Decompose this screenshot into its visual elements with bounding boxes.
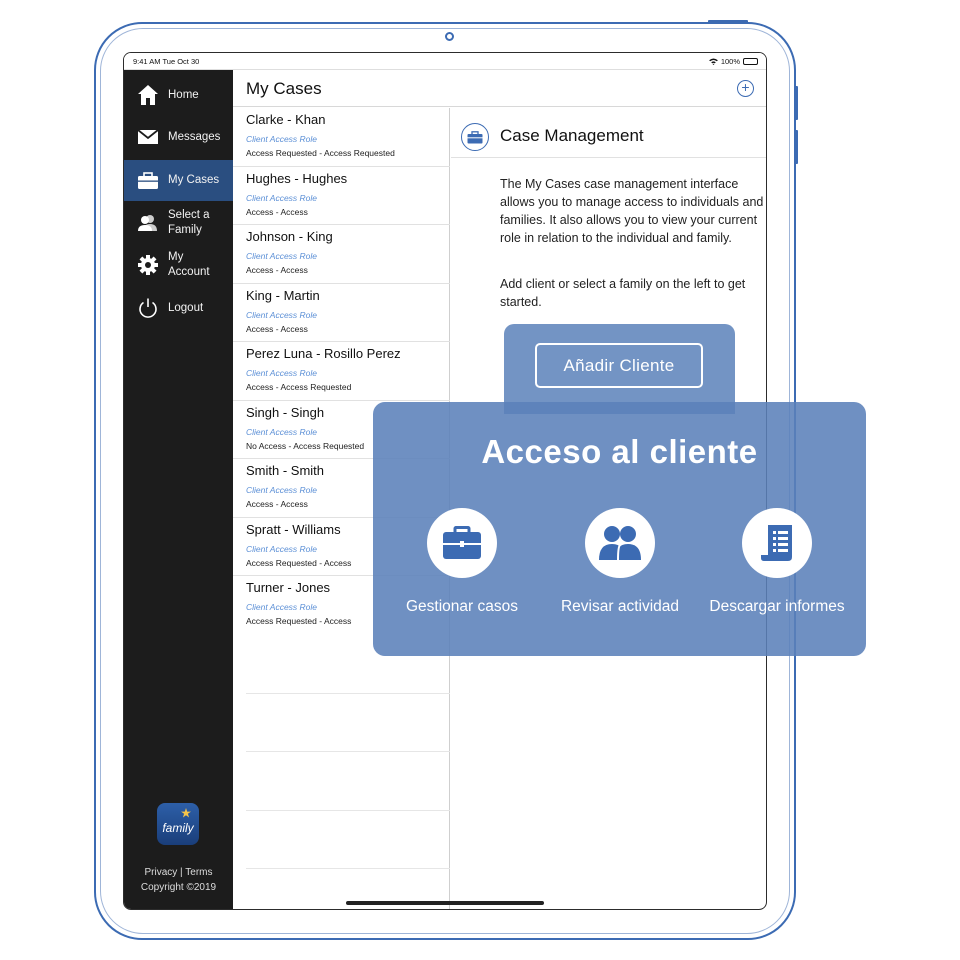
case-name: Singh - Singh <box>246 404 325 420</box>
home-icon <box>137 84 159 106</box>
empty-row-divider <box>246 868 450 869</box>
case-access: Access - Access Requested <box>246 382 352 392</box>
case-role: Client Access Role <box>246 309 318 320</box>
case-name: Hughes - Hughes <box>246 170 348 186</box>
sidebar-item-select-family[interactable]: Select a Family <box>124 205 233 241</box>
detail-instruction: Add client or select a family on the lef… <box>500 277 746 309</box>
gear-icon <box>137 254 159 276</box>
case-name: Johnson - King <box>246 229 333 244</box>
app-logo: family <box>157 803 199 845</box>
home-indicator <box>346 901 544 905</box>
feature-label: Revisar actividad <box>560 598 680 615</box>
case-row[interactable]: King - Martin Client Access Role Access … <box>233 284 450 342</box>
list-header: My Cases + <box>233 70 766 107</box>
sidebar-item-label: My Cases <box>168 174 220 186</box>
sidebar-item-my-account[interactable]: My Account <box>124 247 233 283</box>
empty-row-divider <box>246 751 450 752</box>
add-case-button[interactable]: + <box>737 80 754 97</box>
status-bar: 9:41 AM Tue Oct 30 100% <box>124 53 766 70</box>
detail-description: The My Cases case management interface a… <box>500 177 764 245</box>
add-client-button[interactable]: Añadir Cliente <box>535 343 703 388</box>
people-icon <box>137 212 159 234</box>
feature-download-reports[interactable] <box>742 508 812 578</box>
footer-links[interactable]: Privacy | Terms <box>124 867 233 878</box>
people-icon <box>599 526 641 561</box>
case-row[interactable]: Johnson - King Client Access Role Access… <box>233 225 450 284</box>
envelope-icon <box>137 126 159 148</box>
case-role: Client Access Role <box>246 485 318 495</box>
case-access: Access - Access <box>246 323 308 334</box>
case-row[interactable]: Hughes - Hughes Client Access Role Acces… <box>233 167 450 225</box>
app-logo-text: family <box>162 821 194 835</box>
case-access: Access - Access <box>246 499 308 509</box>
detail-title: Case Management <box>500 126 644 145</box>
case-name: Spratt - Williams <box>246 521 341 537</box>
copyright: Copyright ©2019 <box>140 882 217 893</box>
document-icon <box>761 525 792 561</box>
sidebar-item-messages[interactable]: Messages <box>124 120 233 154</box>
feature-review-activity[interactable] <box>585 508 655 578</box>
sidebar-item-label: Messages <box>168 130 221 143</box>
case-row[interactable]: Clarke - Khan Client Access Role Access … <box>233 108 450 167</box>
status-indicators: 100% <box>708 57 758 66</box>
feature-manage-cases[interactable] <box>427 508 497 578</box>
case-access: Access Requested - Access <box>246 616 352 626</box>
case-name: Smith - Smith <box>246 463 325 478</box>
briefcase-icon <box>137 170 159 192</box>
battery-icon <box>743 58 758 65</box>
case-name: King - Martin <box>246 287 320 303</box>
case-role: Client Access Role <box>246 134 318 144</box>
sidebar-item-label: Home <box>168 88 199 101</box>
page-title: My Cases <box>246 79 322 98</box>
top-button <box>708 20 748 23</box>
case-name: Turner - Jones <box>246 580 331 595</box>
sidebar-item-label: Select a Family <box>168 209 210 236</box>
briefcase-icon <box>461 123 489 151</box>
wifi-icon <box>708 58 718 65</box>
star-icon <box>181 808 191 818</box>
volume-down-button <box>795 130 798 164</box>
status-time: 9:41 AM Tue Oct 30 <box>133 57 200 66</box>
case-access: Access Requested - Access Requested <box>246 148 395 158</box>
sidebar-item-logout[interactable]: Logout <box>124 291 233 325</box>
sidebar: Home Messages My Cases Select a Family M… <box>124 70 233 909</box>
case-access: No Access - Access Requested <box>246 440 365 451</box>
power-icon <box>137 297 159 319</box>
sidebar-item-my-cases[interactable]: My Cases <box>124 160 233 201</box>
case-name: Clarke - Khan <box>246 112 326 127</box>
sidebar-item-label: Logout <box>168 301 204 314</box>
empty-row-divider <box>246 693 450 694</box>
overlay-title: Acceso al cliente <box>481 433 758 470</box>
briefcase-icon <box>443 526 481 559</box>
case-access: Access Requested - Access <box>246 557 352 568</box>
case-role: Client Access Role <box>246 368 318 378</box>
sidebar-item-label: My Account <box>168 251 210 278</box>
volume-up-button <box>795 86 798 120</box>
detail-header: Case Management <box>451 108 766 158</box>
sidebar-item-home[interactable]: Home <box>124 78 233 112</box>
feature-label: Gestionar casos <box>406 598 518 615</box>
battery-percent: 100% <box>720 57 740 66</box>
case-row[interactable]: Perez Luna - Rosillo Perez Client Access… <box>233 342 450 401</box>
case-role: Client Access Role <box>246 251 318 261</box>
case-role: Client Access Role <box>246 543 318 554</box>
case-role: Client Access Role <box>246 192 318 203</box>
case-access: Access - Access <box>246 265 308 275</box>
empty-row-divider <box>246 810 450 811</box>
case-role: Client Access Role <box>246 426 318 437</box>
camera <box>445 32 454 41</box>
case-name: Perez Luna - Rosillo Perez <box>246 346 401 361</box>
feature-label: Descargar informes <box>709 598 845 615</box>
case-access: Access - Access <box>246 206 308 217</box>
case-role: Client Access Role <box>246 602 318 612</box>
